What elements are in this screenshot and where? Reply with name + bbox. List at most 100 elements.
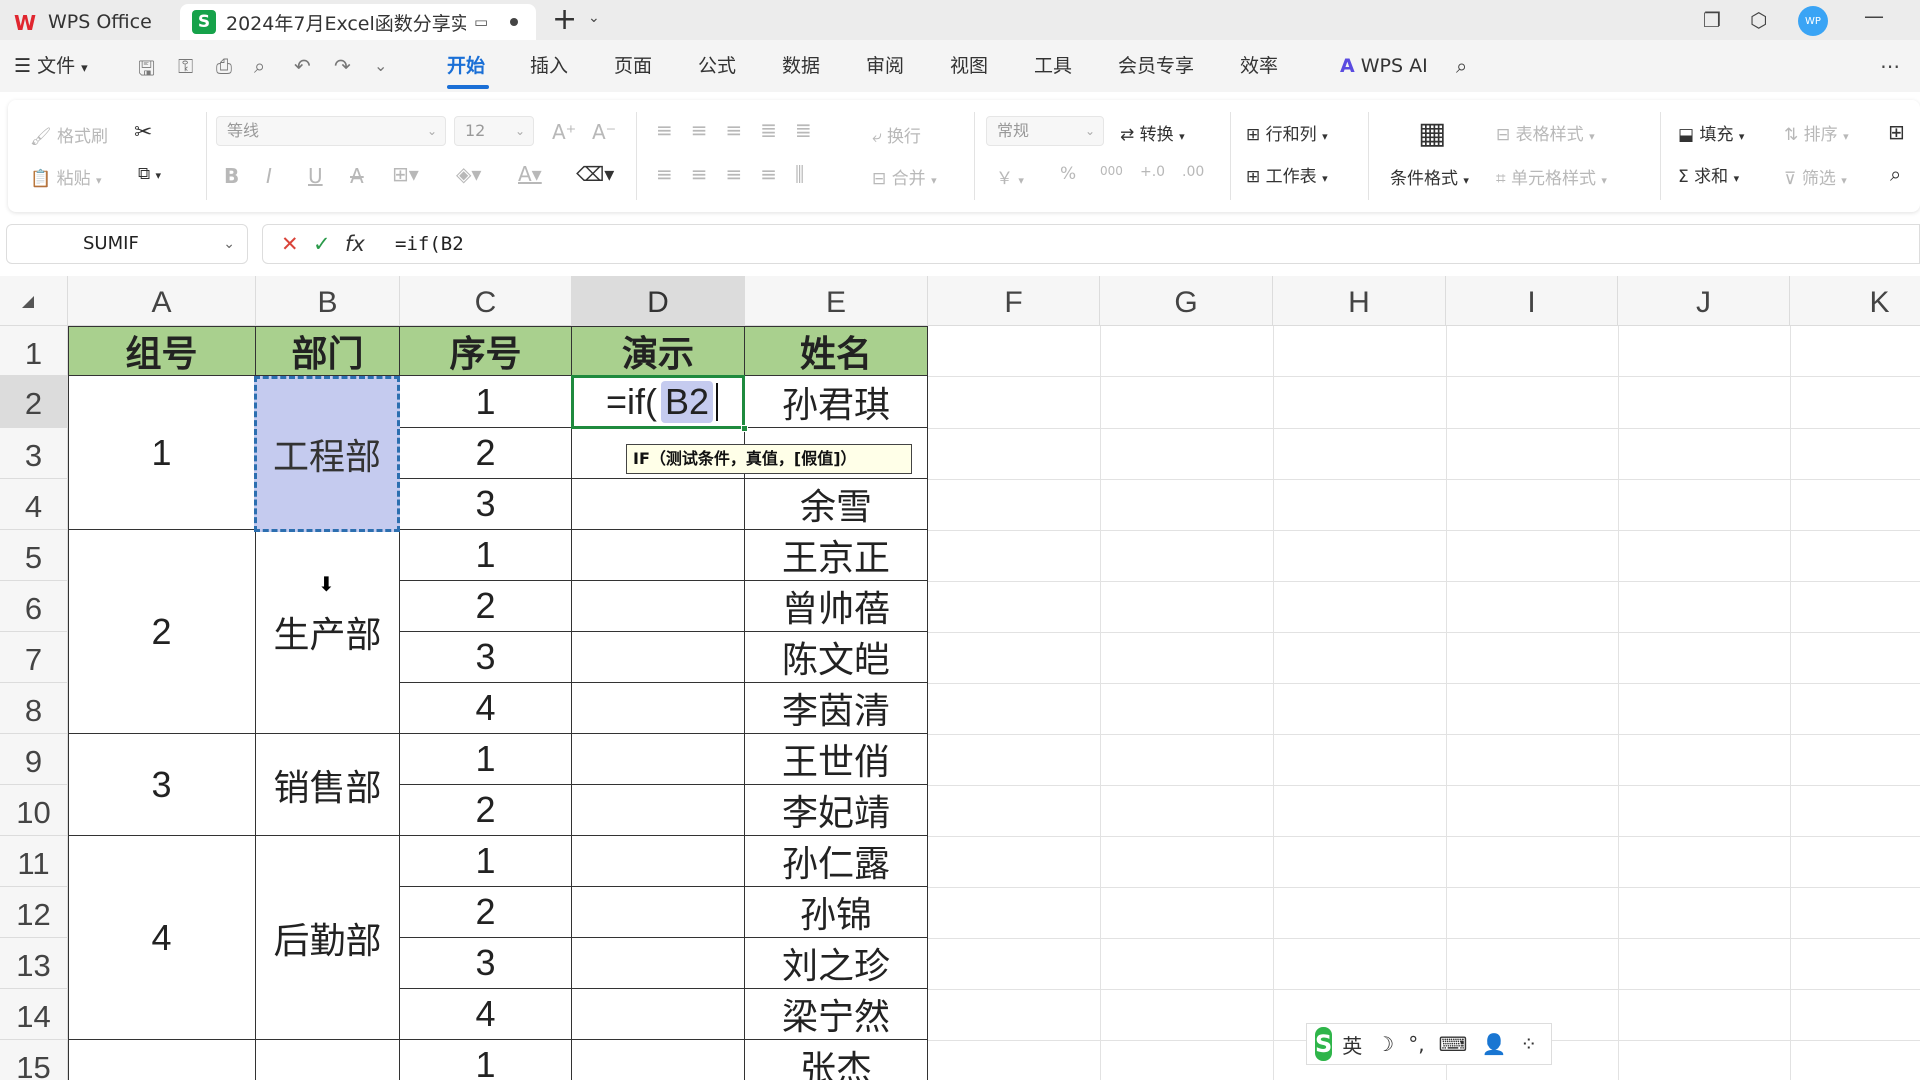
sequence-cell[interactable]: 3 (400, 632, 572, 683)
keyboard-icon[interactable]: ⌨ (1439, 1032, 1468, 1056)
font-size-select[interactable]: 12 ⌄ (454, 116, 534, 146)
worksheet-button[interactable]: ⊞ 工作表 ▾ (1246, 162, 1328, 187)
user-icon[interactable]: 👤 (1481, 1032, 1506, 1056)
paste-button[interactable]: 📋 粘贴 ▾ (30, 164, 102, 189)
tab-data[interactable]: 数据 (782, 40, 820, 92)
increase-decimal-icon[interactable]: +.0 (1140, 164, 1165, 180)
row-header-8[interactable]: 8 (0, 683, 68, 734)
column-header-b[interactable]: B (256, 276, 400, 326)
name-cell[interactable]: 曾帅蓓 (745, 581, 928, 632)
column-header-e[interactable]: E (745, 276, 928, 326)
ime-mode-label[interactable]: 英 (1342, 1030, 1362, 1059)
fill-button[interactable]: ⬓ 填充 ▾ (1678, 120, 1744, 145)
ime-toolbar[interactable]: S 英 ☽ °, ⌨ 👤 ⁘ (1306, 1023, 1552, 1065)
thousands-button[interactable]: 000 (1100, 164, 1123, 178)
italic-icon[interactable]: I (266, 164, 272, 188)
underline-icon[interactable]: U (308, 164, 323, 188)
number-format-select[interactable]: 常规 ⌄ (986, 116, 1104, 146)
function-signature-tooltip[interactable]: IF（测试条件，真值，[假值]） (626, 444, 912, 474)
department-cell[interactable]: 销售部 (256, 734, 400, 836)
header-cell-seq[interactable]: 序号 (400, 326, 572, 376)
cell-style-button[interactable]: ⌗ 单元格样式 ▾ (1496, 164, 1607, 189)
header-cell-demo[interactable]: 演示 (572, 326, 745, 376)
wrap-text-button[interactable]: ⤶ 换行 (872, 122, 921, 147)
print-preview-icon[interactable]: ⌕ (254, 54, 265, 78)
strikethrough-icon[interactable]: A (350, 164, 364, 188)
column-header-k[interactable]: K (1790, 276, 1920, 326)
name-box[interactable]: SUMIF ⌄ (6, 224, 248, 264)
name-cell[interactable]: 王京正 (745, 530, 928, 581)
row-header-12[interactable]: 12 (0, 887, 68, 938)
fill-color-icon[interactable]: ◈▾ (456, 162, 481, 186)
column-header-h[interactable]: H (1273, 276, 1446, 326)
row-header-5[interactable]: 5 (0, 530, 68, 581)
name-cell[interactable]: 李妃靖 (745, 785, 928, 836)
row-header-9[interactable]: 9 (0, 734, 68, 785)
avatar[interactable]: WP (1798, 6, 1828, 36)
format-painter-button[interactable]: 🖌 格式刷 (30, 122, 108, 147)
row-header-3[interactable]: 3 (0, 428, 68, 479)
cancel-icon[interactable]: ✕ (281, 225, 299, 263)
column-header-a[interactable]: A (68, 276, 256, 326)
more-options-icon[interactable]: ⋯ (1880, 54, 1900, 78)
sequence-cell[interactable]: 2 (400, 785, 572, 836)
row-header-6[interactable]: 6 (0, 581, 68, 632)
group-number-cell[interactable] (68, 1040, 256, 1080)
new-tab-button[interactable]: + (552, 4, 577, 36)
wps-office-tab[interactable]: W WPS Office (8, 4, 178, 40)
column-header-f[interactable]: F (928, 276, 1100, 326)
demo-cell[interactable] (572, 785, 745, 836)
freeze-icon[interactable]: ⊞ (1888, 120, 1905, 144)
demo-cell[interactable] (572, 836, 745, 887)
search-icon[interactable]: ⌕ (1456, 54, 1467, 78)
demo-cell[interactable] (572, 683, 745, 734)
conditional-format-icon[interactable]: ▦ (1418, 116, 1446, 151)
find-icon[interactable]: ⌕ (1890, 162, 1901, 186)
percent-button[interactable]: % (1060, 164, 1076, 184)
decrease-font-icon[interactable]: A⁻ (592, 120, 616, 144)
tab-page[interactable]: 页面 (614, 40, 652, 92)
sequence-cell[interactable]: 1 (400, 530, 572, 581)
row-header-1[interactable]: 1 (0, 326, 68, 376)
unsaved-dot-icon[interactable] (510, 18, 519, 26)
tab-tools[interactable]: 工具 (1034, 40, 1072, 92)
undo-icon[interactable]: ↶ (294, 54, 311, 78)
row-header-14[interactable]: 14 (0, 989, 68, 1040)
increase-font-icon[interactable]: A⁺ (552, 120, 576, 144)
department-cell[interactable]: 后勤部 (256, 836, 400, 1040)
confirm-icon[interactable]: ✓ (313, 225, 331, 263)
name-cell[interactable]: 梁宁然 (745, 989, 928, 1040)
name-cell[interactable]: 余雪 (745, 479, 928, 530)
name-cell[interactable]: 孙仁露 (745, 836, 928, 887)
tab-insert[interactable]: 插入 (530, 40, 568, 92)
sort-button[interactable]: ⇅ 排序 ▾ (1784, 120, 1849, 145)
sequence-cell[interactable]: 1 (400, 376, 572, 428)
sequence-cell[interactable]: 3 (400, 479, 572, 530)
group-number-cell[interactable]: 2 (68, 530, 256, 734)
header-cell-dept[interactable]: 部门 (256, 326, 400, 376)
wps-ai-button[interactable]: A WPS AI (1340, 40, 1428, 92)
tab-formula[interactable]: 公式 (698, 40, 736, 92)
sequence-cell[interactable]: 1 (400, 734, 572, 785)
conditional-format-button[interactable]: 条件格式 ▾ (1390, 164, 1469, 189)
active-cell-d2[interactable]: =if( B2 (571, 375, 745, 429)
grid-menu-icon[interactable]: ⁘ (1520, 1032, 1537, 1056)
name-cell[interactable]: 王世俏 (745, 734, 928, 785)
sequence-cell[interactable]: 4 (400, 683, 572, 734)
print-icon[interactable]: ⎙ (216, 54, 232, 78)
sequence-cell[interactable]: 2 (400, 428, 572, 479)
fill-handle[interactable] (741, 425, 748, 432)
align-vertical-icons[interactable]: ≡≡≡≣≣ (656, 118, 830, 142)
demo-cell[interactable] (572, 479, 745, 530)
sogou-ime-icon[interactable]: S (1315, 1027, 1333, 1061)
sequence-cell[interactable]: 2 (400, 581, 572, 632)
currency-button[interactable]: ￥ ▾ (996, 164, 1024, 189)
row-header-2[interactable]: 2 (0, 376, 68, 428)
group-number-cell[interactable]: 3 (68, 734, 256, 836)
sequence-cell[interactable]: 3 (400, 938, 572, 989)
more-chevron-icon[interactable]: ⌄ (374, 56, 387, 75)
demo-cell[interactable] (572, 989, 745, 1040)
department-cell[interactable] (256, 1040, 400, 1080)
sequence-cell[interactable]: 4 (400, 989, 572, 1040)
sequence-cell[interactable]: 1 (400, 1040, 572, 1080)
